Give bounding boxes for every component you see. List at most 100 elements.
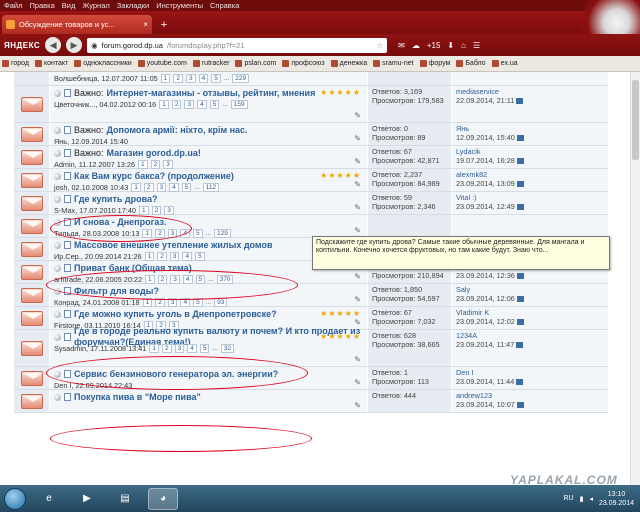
last-post-user[interactable]: Lydacik	[456, 147, 604, 156]
tab-forum[interactable]: Обсуждение товаров и ус... ×	[2, 15, 152, 34]
page-link[interactable]: 1	[138, 205, 149, 215]
go-to-last-icon[interactable]	[516, 135, 524, 142]
page-link[interactable]: 1	[131, 182, 141, 192]
page-link[interactable]: 3	[184, 99, 195, 109]
bookmark-item[interactable]: pslan.com	[235, 60, 276, 67]
page-link[interactable]: 2	[157, 251, 167, 261]
menu-item[interactable]: Файл	[4, 1, 22, 10]
last-post-user[interactable]: Saly	[456, 285, 604, 294]
page-link[interactable]: 4	[169, 182, 179, 192]
bookmark-item[interactable]: sramu-net	[373, 60, 414, 67]
bookmark-item[interactable]: ex.ua	[491, 60, 518, 67]
go-to-last-icon[interactable]	[516, 296, 524, 303]
go-to-last-icon[interactable]	[516, 273, 524, 280]
page-link[interactable]: 5	[209, 99, 220, 109]
menu-item[interactable]: Правка	[29, 1, 54, 10]
last-post-user[interactable]: Den I	[456, 368, 604, 377]
page-link[interactable]: 4	[187, 343, 197, 353]
thread-title-link[interactable]: Покупка пива в "Море пива"	[74, 392, 201, 402]
thread-title-link[interactable]: Допомога армії: ніхто, крім нас.	[107, 125, 248, 135]
page-link[interactable]: 4	[197, 99, 207, 109]
page-link[interactable]: 2	[171, 99, 182, 109]
start-button[interactable]	[4, 487, 26, 510]
bookmark-item[interactable]: одноклассники	[74, 60, 132, 67]
page-link[interactable]: 1	[138, 159, 148, 169]
page-link[interactable]: 1	[144, 251, 155, 261]
back-button[interactable]: ◀	[45, 37, 62, 53]
network-icon[interactable]: ▮	[580, 495, 584, 503]
volume-icon[interactable]: ◂	[589, 495, 593, 503]
thread-title-link[interactable]: Где купить дрова?	[74, 194, 158, 204]
bookmark-star-icon[interactable]: ☆	[376, 41, 383, 50]
thread-author[interactable]: Ир.Сер., 20.09.2014 21:26	[54, 252, 142, 261]
weather-icon[interactable]: ☁	[412, 41, 420, 50]
bookmark-item[interactable]: город	[2, 60, 29, 67]
last-post-user[interactable]: mediaservice	[456, 87, 604, 96]
page-link[interactable]: 32	[220, 343, 235, 353]
thread-author[interactable]: Волшебница, 12.07.2007 11:05	[54, 74, 158, 83]
page-link[interactable]: 5	[199, 343, 210, 353]
bookmark-item[interactable]: Бабло	[456, 60, 486, 67]
page-link[interactable]: 3	[185, 73, 196, 83]
page-link[interactable]: 129	[214, 228, 231, 238]
thread-author[interactable]: Admin, 11.12.2007 13:26	[54, 160, 135, 169]
last-post-user[interactable]: Vital :)	[456, 193, 604, 202]
thread-author[interactable]: Sysadmin, 17.11.2008 13:41	[54, 344, 146, 353]
go-to-last-icon[interactable]	[516, 181, 524, 188]
last-post-user[interactable]: andrew123	[456, 391, 604, 400]
thread-author[interactable]: Янь, 12.09.2014 15:40	[54, 137, 128, 146]
menu-item[interactable]: Справка	[210, 1, 239, 10]
last-post-user[interactable]: Янь	[456, 124, 604, 133]
last-post-user[interactable]: alexmk82	[456, 170, 604, 179]
go-to-last-icon[interactable]	[516, 379, 524, 386]
clock[interactable]: 13:10 23.09.2014	[599, 490, 634, 508]
page-link[interactable]: 3	[156, 182, 167, 192]
close-tab-icon[interactable]: ×	[143, 20, 148, 29]
page-link[interactable]: 5	[195, 251, 205, 261]
page-link[interactable]: 2	[143, 182, 154, 192]
thread-author[interactable]: Цветочник..., 04.02.2012 00:16	[54, 100, 156, 109]
thread-author[interactable]: josh, 02.10.2008 10:43	[54, 183, 128, 192]
url-bar[interactable]: ◉ forum.gorod.dp.ua/forumdisplay.php?f=2…	[87, 37, 388, 53]
language-indicator[interactable]: RU	[563, 495, 573, 502]
page-link[interactable]: 3	[169, 251, 180, 261]
menu-item[interactable]: Закладки	[117, 1, 149, 10]
taskbar-ie[interactable]: e	[34, 488, 64, 510]
last-post-user[interactable]: Vladimir K	[456, 308, 604, 317]
go-to-last-icon[interactable]	[516, 402, 524, 409]
last-post-user[interactable]: 1234A	[456, 331, 604, 340]
go-to-last-icon[interactable]	[516, 158, 524, 165]
thread-title-link[interactable]: Как Вам курс баксa? (продолжение)	[74, 171, 234, 181]
go-to-last-icon[interactable]	[516, 204, 524, 211]
page-link[interactable]: 3	[164, 205, 174, 215]
bookmark-item[interactable]: форум	[419, 60, 450, 67]
go-to-last-icon[interactable]	[516, 342, 524, 349]
page-link[interactable]: 1	[160, 73, 171, 83]
thread-author[interactable]: S-Max, 17.07.2010 17:40	[54, 206, 136, 215]
page-link[interactable]: 3	[174, 343, 185, 353]
bookmark-item[interactable]: rutracker	[192, 60, 229, 67]
scrollbar[interactable]	[630, 72, 640, 485]
bookmark-item[interactable]: профсоюз	[282, 60, 325, 67]
thread-title-link[interactable]: Где можно купить уголь в Днепропетровске…	[74, 309, 277, 319]
bookmark-item[interactable]: денежка	[330, 60, 367, 67]
bookmark-item[interactable]: контакт	[35, 60, 68, 67]
download-icon[interactable]: ⬇	[447, 41, 454, 50]
taskbar-firefox[interactable]: ◕	[148, 487, 178, 510]
page-link[interactable]: 159	[230, 99, 248, 109]
taskbar-media[interactable]: ▶	[72, 488, 102, 510]
thread-title-link[interactable]: Магазин gorod.dp.ua!	[107, 148, 201, 158]
taskbar-explorer[interactable]: ▤	[110, 488, 140, 510]
menu-item[interactable]: Инструменты	[156, 1, 203, 10]
forward-button[interactable]: ▶	[66, 37, 83, 53]
page-link[interactable]: 4	[182, 251, 193, 261]
page-link[interactable]: 1	[149, 343, 159, 353]
new-tab-button[interactable]: +	[157, 18, 171, 32]
thread-title-link[interactable]: Интернет-магазины - отзывы, рейтинг, мне…	[107, 88, 316, 99]
page-link[interactable]: 4	[198, 73, 209, 83]
page-link[interactable]: 229	[232, 73, 250, 83]
menu-item[interactable]: Журнал	[82, 1, 109, 10]
page-link[interactable]: 112	[202, 182, 220, 192]
page-link[interactable]: 2	[151, 205, 162, 215]
scrollbar-thumb[interactable]	[632, 80, 639, 160]
